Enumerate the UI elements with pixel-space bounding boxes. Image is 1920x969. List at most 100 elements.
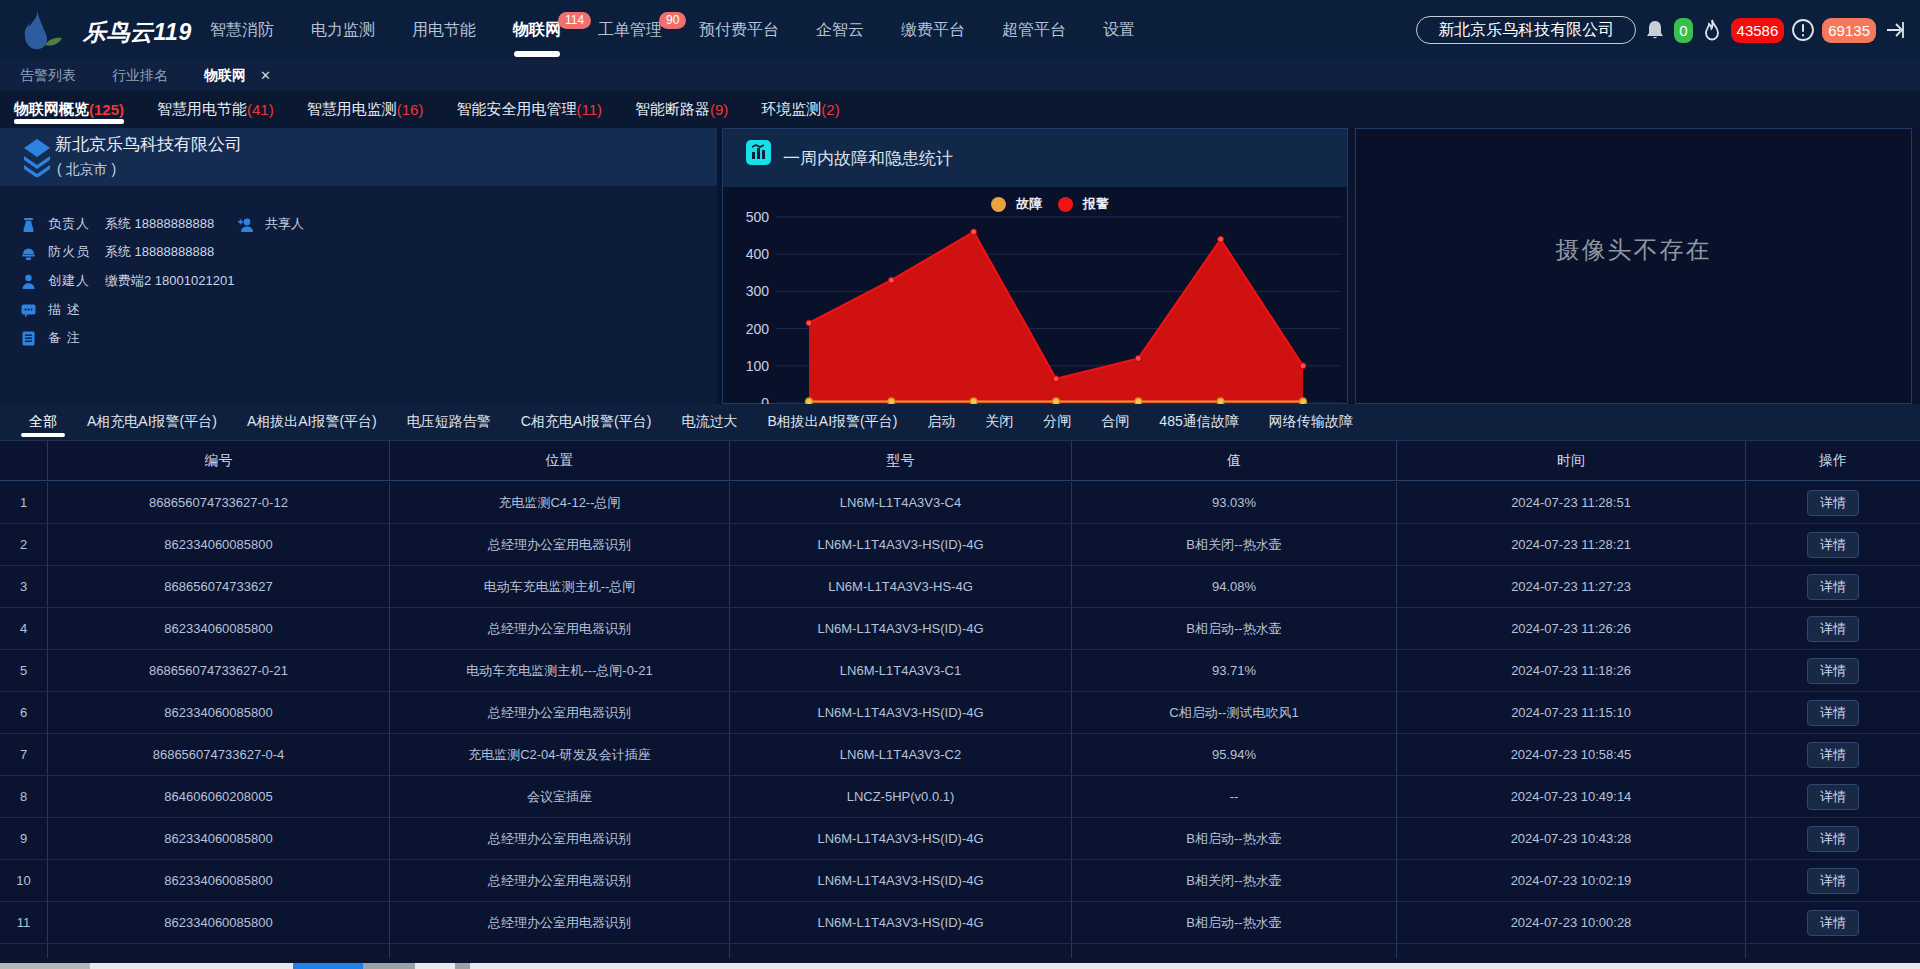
filter-tab-启动[interactable]: 启动 (927, 404, 955, 440)
nav-item-物联网[interactable]: 物联网114 (513, 0, 561, 60)
company-selector[interactable]: 新北京乐鸟科技有限公司 (1416, 16, 1636, 44)
filter-tab-485通信故障[interactable]: 485通信故障 (1159, 404, 1238, 440)
detail-button[interactable]: 详情 (1807, 910, 1859, 936)
detail-button[interactable]: 详情 (1807, 532, 1859, 558)
chart-legend: 故障报警 (991, 195, 1125, 213)
overview-panels: 新北京乐鸟科技有限公司 ( 北京市 ) 负责人系统 18888888888防火员… (0, 128, 1920, 404)
nav-item-企智云[interactable]: 企智云 (816, 0, 864, 60)
table-row: 4862334060085800总经理办公室用电器识别LN6M-L1T4A3V3… (0, 608, 1920, 650)
bell-icon[interactable] (1643, 18, 1667, 42)
filter-tab-关闭[interactable]: 关闭 (985, 404, 1013, 440)
logout-icon[interactable] (1883, 18, 1907, 42)
info-label: 创建人 (48, 272, 100, 290)
window-tab-物联网[interactable]: 物联网✕ (204, 67, 271, 85)
cell-value: B相关闭--热水壶 (1071, 524, 1396, 565)
category-tab-count: (11) (576, 101, 602, 118)
alert-icon[interactable] (1791, 18, 1815, 42)
nav-item-预付费平台[interactable]: 预付费平台 (699, 0, 779, 60)
pagination-strip[interactable] (0, 963, 1920, 969)
window-tab-行业排名[interactable]: 行业排名 (112, 67, 168, 85)
svg-text:200: 200 (746, 321, 770, 337)
cell-id: 868656074733627-0-21 (47, 650, 389, 691)
detail-button[interactable]: 详情 (1807, 700, 1859, 726)
category-tab-物联网概览[interactable]: 物联网概览(125) (14, 91, 124, 128)
filter-tab-A相拔出AI报警(平台)[interactable]: A相拔出AI报警(平台) (247, 404, 377, 440)
table-row: 6862334060085800总经理办公室用电器识别LN6M-L1T4A3V3… (0, 692, 1920, 734)
alarm-table-empty-row (0, 944, 1920, 958)
nav-item-label: 用电节能 (412, 20, 476, 41)
brand-title: 乐鸟云119 (83, 17, 192, 48)
filter-tab-A相充电AI报警(平台)[interactable]: A相充电AI报警(平台) (87, 404, 217, 440)
nav-item-缴费平台[interactable]: 缴费平台 (901, 0, 965, 60)
detail-button[interactable]: 详情 (1807, 826, 1859, 852)
detail-button[interactable]: 详情 (1807, 784, 1859, 810)
nav-item-label: 企智云 (816, 20, 864, 41)
legend-item-报警[interactable]: 报警 (1058, 195, 1109, 213)
category-tab-智慧用电监测[interactable]: 智慧用电监测(16) (307, 91, 424, 128)
cell-location: 总经理办公室用电器识别 (389, 818, 729, 859)
filter-tab-label: 网络传输故障 (1269, 413, 1353, 431)
header-cell-操作: 操作 (1745, 441, 1920, 480)
svg-text:500: 500 (746, 209, 770, 225)
cell-time: 2024-07-23 10:58:45 (1396, 734, 1745, 775)
cell-value: -- (1071, 776, 1396, 817)
nav-item-设置[interactable]: 设置 (1103, 0, 1135, 60)
company-name: 新北京乐鸟科技有限公司 (55, 133, 242, 156)
filter-tab-全部[interactable]: 全部 (29, 404, 57, 440)
cell-index: 5 (0, 650, 47, 691)
cell-value: C相启动--测试电吹风1 (1071, 692, 1396, 733)
detail-button[interactable]: 详情 (1807, 868, 1859, 894)
category-tab-环境监测[interactable]: 环境监测(2) (761, 91, 839, 128)
category-tab-智能安全用电管理[interactable]: 智能安全用电管理(11) (456, 91, 602, 128)
alarm-table-header: 编号位置型号值时间操作 (0, 440, 1920, 481)
legend-item-故障[interactable]: 故障 (991, 195, 1042, 213)
nav-item-超管平台[interactable]: 超管平台 (1002, 0, 1066, 60)
layers-icon (22, 137, 52, 177)
legend-label: 故障 (1016, 195, 1042, 213)
nav-item-label: 设置 (1103, 20, 1135, 41)
pagination-active-page (293, 963, 363, 969)
window-tab-label: 行业排名 (112, 67, 168, 85)
filter-tab-C相充电AI报警(平台)[interactable]: C相充电AI报警(平台) (521, 404, 652, 440)
detail-button[interactable]: 详情 (1807, 490, 1859, 516)
cell-id: 862334060085800 (47, 608, 389, 649)
fire-icon[interactable] (1700, 18, 1724, 42)
stats-icon (746, 140, 771, 165)
detail-button[interactable]: 详情 (1807, 616, 1859, 642)
cell-index: 10 (0, 860, 47, 901)
pagination-segment (0, 963, 90, 969)
company-info-panel: 新北京乐鸟科技有限公司 ( 北京市 ) 负责人系统 18888888888防火员… (0, 128, 717, 404)
alarm-table-body: 1868656074733627-0-12充电监测C4-12--总闸LN6M-L… (0, 482, 1920, 944)
cell-operation: 详情 (1745, 650, 1920, 691)
filter-tab-电流过大[interactable]: 电流过大 (681, 404, 737, 440)
filter-tab-电压短路告警[interactable]: 电压短路告警 (407, 404, 491, 440)
info-row-备注: 备 注 (0, 328, 105, 348)
nav-item-工单管理[interactable]: 工单管理90 (598, 0, 662, 60)
pagination-segment (455, 963, 470, 969)
nav-item-label: 预付费平台 (699, 20, 779, 41)
nav-item-用电节能[interactable]: 用电节能 (412, 0, 476, 60)
window-tab-告警列表[interactable]: 告警列表 (20, 67, 76, 85)
close-tab-icon[interactable]: ✕ (260, 68, 271, 83)
filter-tab-合闸[interactable]: 合闸 (1101, 404, 1129, 440)
detail-button[interactable]: 详情 (1807, 742, 1859, 768)
cell-value: 93.03% (1071, 482, 1396, 523)
detail-button[interactable]: 详情 (1807, 658, 1859, 684)
cell-model: LN6M-L1T4A3V3-C4 (729, 482, 1071, 523)
manager-icon (21, 217, 36, 232)
category-tab-智能断路器[interactable]: 智能断路器(9) (635, 91, 728, 128)
filter-tab-网络传输故障[interactable]: 网络传输故障 (1269, 404, 1353, 440)
filter-tab-分闸[interactable]: 分闸 (1043, 404, 1071, 440)
nav-item-智慧消防[interactable]: 智慧消防 (210, 0, 274, 60)
cell-id: 868656074733627 (47, 566, 389, 607)
category-tab-count: (2) (821, 101, 839, 118)
cell-model: LN6M-L1T4A3V3-HS(ID)-4G (729, 860, 1071, 901)
detail-button[interactable]: 详情 (1807, 574, 1859, 600)
category-tab-智慧用电节能[interactable]: 智慧用电节能(41) (157, 91, 274, 128)
filter-tab-B相拔出AI报警(平台)[interactable]: B相拔出AI报警(平台) (767, 404, 897, 440)
nav-item-count-badge: 90 (659, 12, 686, 29)
info-label: 防火员 (48, 243, 100, 261)
cell-operation: 详情 (1745, 524, 1920, 565)
filter-tab-label: B相拔出AI报警(平台) (767, 413, 897, 431)
nav-item-电力监测[interactable]: 电力监测 (311, 0, 375, 60)
